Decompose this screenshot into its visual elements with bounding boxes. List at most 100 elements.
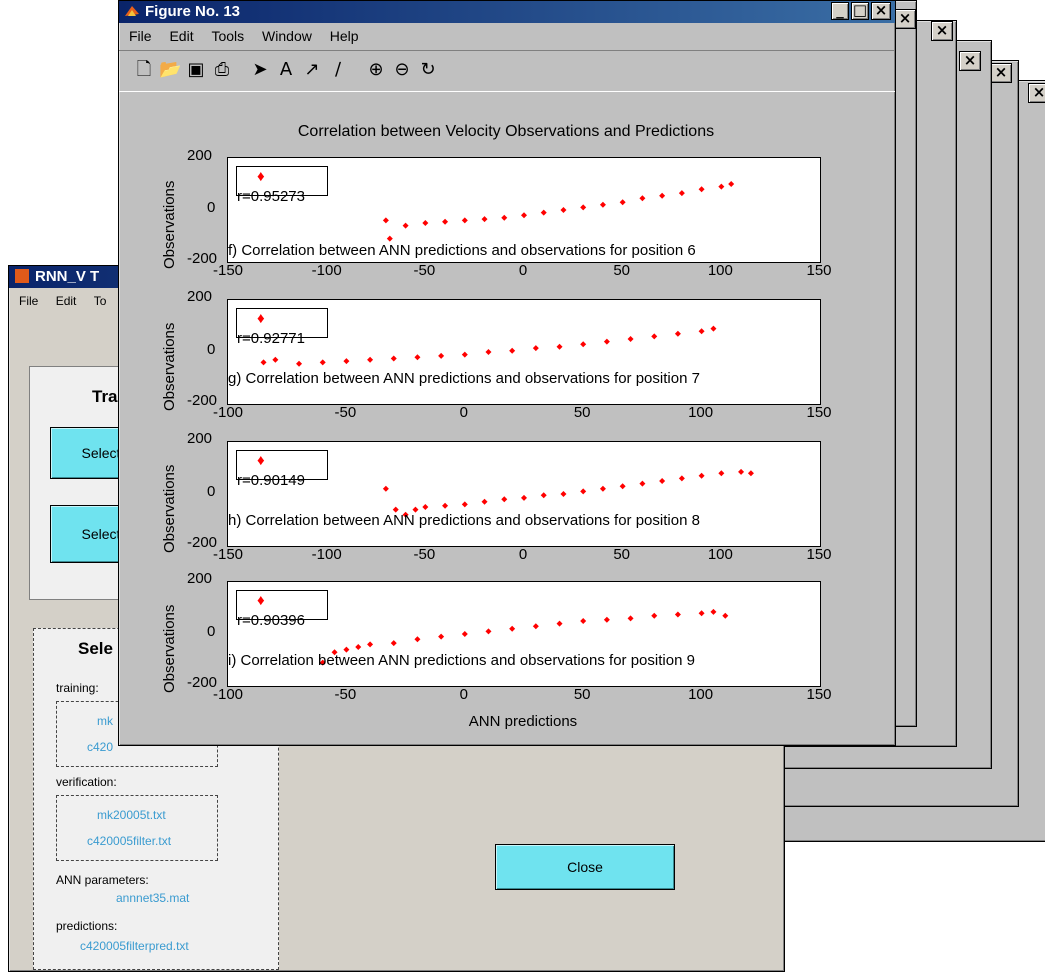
data-point xyxy=(698,472,705,479)
print-icon[interactable]: ⎙ xyxy=(211,59,233,81)
ytick-g-mid: 0 xyxy=(207,341,216,358)
data-point xyxy=(619,199,626,206)
subplot-i: ♦ r=0.90396 i) Correlation between ANN p… xyxy=(227,581,821,687)
data-point xyxy=(651,333,658,340)
x-tick-label: 50 xyxy=(573,404,591,421)
minimize-icon[interactable]: _ xyxy=(831,2,849,20)
data-point xyxy=(738,468,745,475)
legend-i-label: r=0.90396 xyxy=(237,612,305,629)
arrow-icon[interactable]: ↗ xyxy=(301,59,323,81)
data-point xyxy=(619,483,626,490)
rnn-window-title: RNN_V T xyxy=(35,268,100,285)
legend-h-label: r=0.90149 xyxy=(237,472,305,489)
xticks-f: -150 -100 -50 0 50 100 150 xyxy=(213,262,832,281)
close-icon[interactable]: × xyxy=(959,51,981,71)
maximize-icon[interactable]: □ xyxy=(851,2,869,20)
menu-window[interactable]: Window xyxy=(262,28,312,44)
ytick-f-mid: 0 xyxy=(207,199,216,216)
new-file-icon[interactable]: 🗋 xyxy=(133,59,155,81)
main-figure-window[interactable]: Figure No. 13 _ □ × File Edit Tools Wind… xyxy=(118,0,896,746)
data-point xyxy=(442,502,449,509)
data-point xyxy=(461,217,468,224)
close-icon[interactable]: × xyxy=(1028,83,1045,103)
ytick-h-mid: 0 xyxy=(207,483,216,500)
selection-group-title: Sele xyxy=(78,639,113,658)
data-point xyxy=(386,235,393,242)
data-point xyxy=(414,636,421,643)
menu-edit[interactable]: Edit xyxy=(56,294,77,308)
x-tick-label: 100 xyxy=(707,262,733,279)
x-tick-label: -100 xyxy=(311,262,342,279)
matlab-icon xyxy=(15,269,29,283)
menu-file[interactable]: File xyxy=(19,294,38,308)
data-point xyxy=(674,330,681,337)
x-tick-label: -100 xyxy=(213,686,244,703)
data-point xyxy=(414,354,421,361)
x-tick-label: 50 xyxy=(613,546,630,563)
ytick-i-top: 200 xyxy=(187,570,213,587)
x-tick-label: 150 xyxy=(806,404,832,421)
open-folder-icon[interactable]: 📂 xyxy=(159,59,181,81)
menu-help[interactable]: Help xyxy=(330,28,359,44)
annotation-f: f) Correlation between ANN predictions a… xyxy=(228,242,696,259)
matlab-logo-icon xyxy=(125,6,139,16)
close-icon[interactable]: × xyxy=(931,21,953,41)
x-tick-label: 100 xyxy=(707,546,733,563)
x-tick-label: 50 xyxy=(613,262,630,279)
data-point xyxy=(603,338,610,345)
data-point xyxy=(698,328,705,335)
data-point xyxy=(509,347,516,354)
zoom-in-icon[interactable]: ⊕ xyxy=(365,59,387,81)
data-point xyxy=(651,612,658,619)
data-point xyxy=(674,611,681,618)
data-point xyxy=(390,640,397,647)
close-button[interactable]: Close xyxy=(495,844,675,890)
data-point xyxy=(556,343,563,350)
data-point xyxy=(438,633,445,640)
x-tick-label: 0 xyxy=(459,686,468,703)
data-point xyxy=(599,485,606,492)
data-point xyxy=(485,349,492,355)
data-point xyxy=(560,491,567,497)
ann-params-file: annnet35.mat xyxy=(116,891,190,905)
xticks-h: -150 -100 -50 0 50 100 150 xyxy=(213,546,832,565)
close-icon[interactable]: × xyxy=(894,9,916,29)
menu-tools[interactable]: To xyxy=(94,294,107,308)
close-icon[interactable]: × xyxy=(871,2,891,20)
data-point xyxy=(390,355,397,362)
data-point xyxy=(659,478,666,484)
data-point xyxy=(678,190,685,197)
ann-params-label: ANN parameters: xyxy=(56,873,149,887)
data-point xyxy=(627,336,634,342)
x-tick-label: -100 xyxy=(311,546,342,563)
data-point xyxy=(540,209,547,216)
data-point xyxy=(627,615,634,622)
data-point xyxy=(728,181,735,187)
menu-file[interactable]: File xyxy=(129,28,152,44)
zoom-out-icon[interactable]: ⊖ xyxy=(391,59,413,81)
data-point xyxy=(367,356,374,363)
line-icon[interactable]: ∕ xyxy=(327,59,349,81)
menu-edit[interactable]: Edit xyxy=(169,28,193,44)
data-point xyxy=(319,359,326,366)
data-point xyxy=(402,222,409,229)
figure-title: Correlation between Velocity Observation… xyxy=(297,123,715,140)
data-point xyxy=(747,470,754,477)
x-tick-label: -50 xyxy=(334,404,357,421)
close-icon[interactable]: × xyxy=(990,63,1012,83)
rotate-icon[interactable]: ↻ xyxy=(417,59,439,81)
legend-g: ♦ r=0.92771 xyxy=(236,308,328,347)
data-point xyxy=(639,195,646,202)
subplot-g: ♦ r=0.92771 g) Correlation between ANN p… xyxy=(227,299,821,405)
x-tick-label: -100 xyxy=(213,404,244,421)
xticks-g: -100 -50 0 50 100 150 xyxy=(213,404,832,423)
menu-tools[interactable]: Tools xyxy=(211,28,244,44)
ytick-g-top: 200 xyxy=(187,288,213,305)
figure-toolbar: 🗋 📂 ▣ ⎙ ➤ A ↗ ∕ ⊕ ⊖ ↻ xyxy=(119,50,895,92)
figure-titlebar[interactable]: Figure No. 13 _ □ × xyxy=(119,1,895,23)
data-point xyxy=(343,358,350,365)
save-icon[interactable]: ▣ xyxy=(185,59,207,81)
text-icon[interactable]: A xyxy=(275,59,297,81)
data-point xyxy=(603,616,610,623)
arrow-select-icon[interactable]: ➤ xyxy=(249,59,271,81)
